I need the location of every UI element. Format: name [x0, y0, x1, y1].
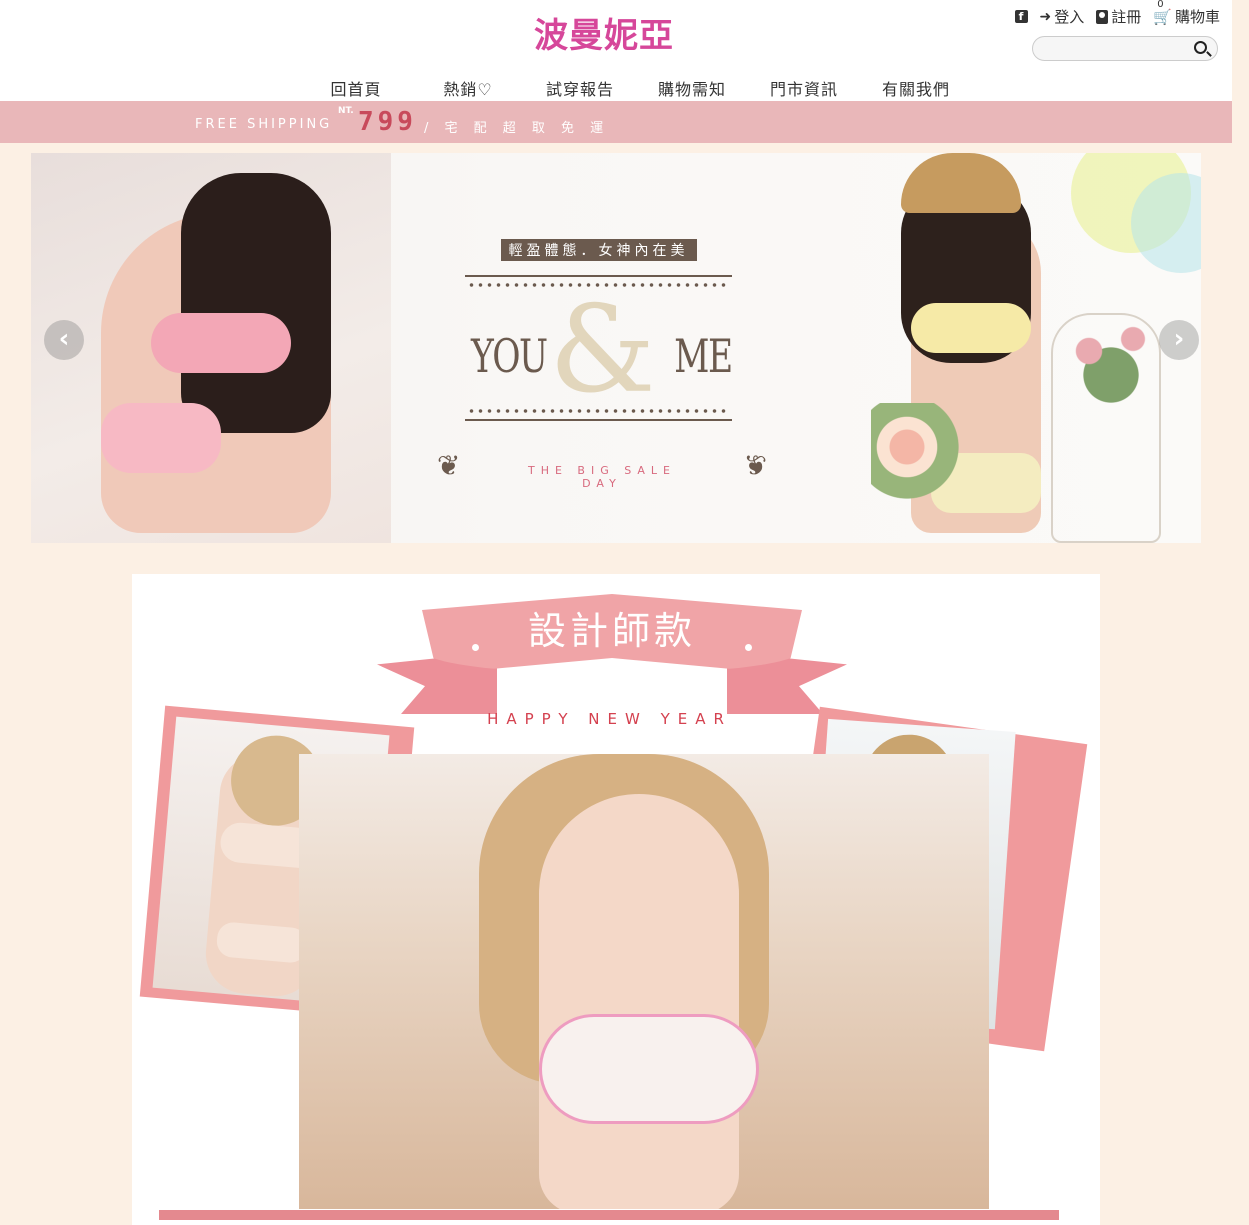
- free-shipping-text: FREE SHIPPING: [195, 117, 333, 132]
- main-nav: 回首頁 熱銷♡ 試穿報告 購物需知 門市資訊 有關我們: [300, 76, 972, 100]
- search-icon[interactable]: [1194, 41, 1207, 54]
- nav-item-home[interactable]: 回首頁: [300, 76, 412, 100]
- facebook-link[interactable]: f: [1014, 10, 1028, 23]
- laurel-icon: ❦: [743, 449, 767, 482]
- cart-link[interactable]: 🛒 0 購物車: [1153, 0, 1220, 27]
- divider: [465, 275, 732, 277]
- sale-row: ❦ THE BIG SALE DAY ❦: [437, 448, 767, 490]
- free-shipping-threshold: 799: [358, 107, 417, 137]
- site-logo[interactable]: 波曼妮亞: [534, 8, 674, 57]
- register-label: 註冊: [1111, 8, 1142, 26]
- cart-label: 購物車: [1174, 8, 1220, 26]
- section-ribbon: 設計師款: [377, 594, 847, 724]
- section-title: 設計師款: [527, 609, 696, 653]
- word-you: YOU: [471, 329, 548, 383]
- model-underwear: [101, 403, 221, 473]
- user-card-icon: [1096, 9, 1109, 24]
- model-hair: [181, 173, 331, 433]
- ampersand: &: [549, 281, 656, 420]
- login-link[interactable]: ➜ 登入: [1040, 6, 1085, 27]
- hero-carousel[interactable]: 輕盈體態．女神內在美 & YOU ME ❦ THE BIG SALE DAY ❦…: [31, 153, 1201, 543]
- facebook-icon: f: [1014, 10, 1028, 23]
- laurel-icon: ❦: [437, 449, 461, 482]
- banner-model-left: [31, 153, 391, 543]
- free-shipping-suffix: / 宅 配 超 取 免 運: [424, 121, 610, 136]
- section-divider: [159, 1210, 1059, 1220]
- carousel-next-button[interactable]: ›: [1159, 320, 1199, 360]
- straw-hat: [901, 153, 1021, 213]
- model-bra: [539, 1014, 759, 1124]
- model-bra: [911, 303, 1031, 353]
- currency-label: NT.: [338, 106, 354, 116]
- login-label: 登入: [1054, 8, 1085, 26]
- featured-model-photo: [299, 754, 989, 1209]
- nav-item-try-on-reports[interactable]: 試穿報告: [524, 76, 636, 100]
- nav-item-store-info[interactable]: 門市資訊: [748, 76, 860, 100]
- designer-collection-section[interactable]: 設計師款 HAPPY NEW YEAR: [132, 574, 1100, 1225]
- top-utility-bar: f ➜ 登入 註冊 🛒 0 購物車: [1014, 0, 1220, 27]
- sale-text: THE BIG SALE DAY: [527, 464, 677, 490]
- search-box: [1032, 36, 1218, 61]
- logo-text: 波曼妮亞: [534, 16, 674, 56]
- nav-item-shopping-guide[interactable]: 購物需知: [636, 76, 748, 100]
- model-body: [539, 794, 739, 1209]
- banner-model-right: [861, 153, 1201, 543]
- word-me: ME: [674, 329, 733, 383]
- free-shipping-bar: FREE SHIPPING NT. 799 / 宅 配 超 取 免 運: [0, 101, 1232, 143]
- sign-in-icon: ➜: [1039, 8, 1052, 25]
- banner-tagline: 輕盈體態．女神內在美: [500, 239, 697, 261]
- banner-headline: 輕盈體態．女神內在美 & YOU ME: [461, 239, 736, 421]
- cart-count: 0: [1157, 0, 1164, 10]
- cart-icon: 🛒 0: [1153, 0, 1172, 26]
- flower-bouquet: [871, 403, 961, 513]
- nav-item-about-us[interactable]: 有關我們: [860, 76, 972, 100]
- model-bra: [151, 313, 291, 373]
- register-link[interactable]: 註冊: [1096, 6, 1141, 27]
- rose-decor: [1056, 303, 1166, 423]
- search-input[interactable]: [1033, 37, 1183, 60]
- nav-item-bestsellers[interactable]: 熱銷♡: [412, 76, 524, 100]
- carousel-prev-button[interactable]: ‹: [44, 320, 84, 360]
- site-header: 波曼妮亞 f ➜ 登入 註冊 🛒 0 購物車 回首頁 熱銷♡ 試穿報告 購物需知 …: [0, 0, 1232, 101]
- you-and-me-title: & YOU ME: [461, 281, 736, 420]
